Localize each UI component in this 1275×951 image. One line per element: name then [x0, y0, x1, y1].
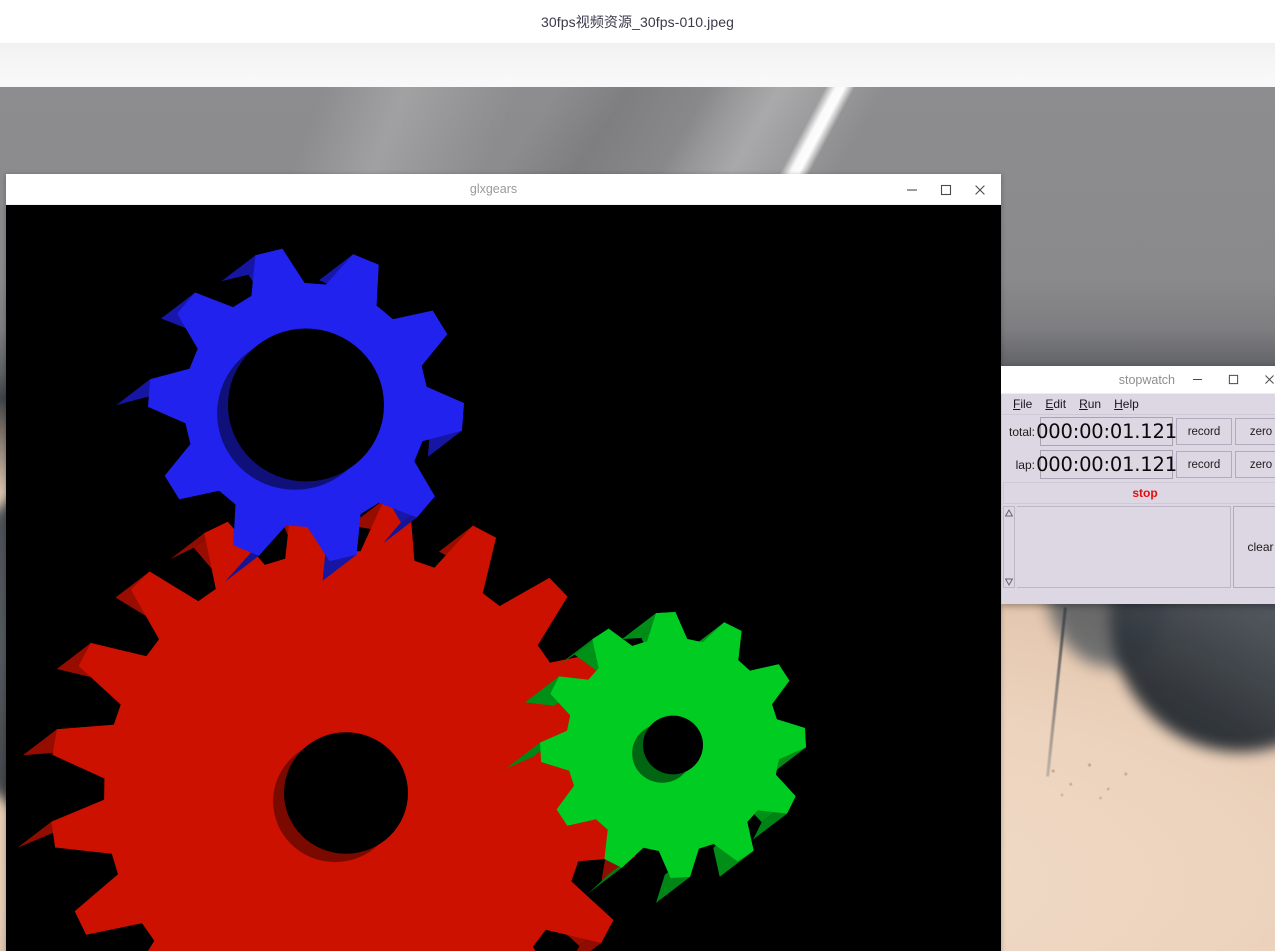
menu-item-edit[interactable]: Edit: [1045, 397, 1066, 411]
menu-run-rest: un: [1088, 397, 1101, 411]
total-time-display[interactable]: 000:00:01.121: [1040, 417, 1173, 446]
stopwatch-menubar: File Edit Run Help: [1002, 394, 1275, 415]
log-scrollbar[interactable]: [1003, 506, 1015, 588]
stopwatch-title: stopwatch: [1119, 373, 1175, 387]
menu-edit-rest: dit: [1053, 397, 1066, 411]
lap-time-display[interactable]: 000:00:01.121: [1040, 450, 1173, 479]
stopwatch-row-lap: lap: 000:00:01.121 record zero: [1002, 448, 1275, 481]
glxgears-window[interactable]: glxgears: [6, 174, 1001, 951]
close-icon[interactable]: [1251, 366, 1275, 394]
wallpaper-freckles: [1040, 747, 1150, 807]
maximize-icon[interactable]: [1215, 366, 1251, 394]
glxgears-gl-canvas[interactable]: [6, 205, 1001, 951]
menu-run-mnemonic: R: [1079, 397, 1088, 411]
total-zero-button[interactable]: zero: [1235, 418, 1275, 445]
menu-help-mnemonic: H: [1114, 397, 1123, 411]
clear-button[interactable]: clear: [1233, 506, 1275, 588]
lap-record-button[interactable]: record: [1176, 451, 1232, 478]
lap-label: lap:: [1002, 458, 1037, 472]
glxgears-titlebar[interactable]: glxgears: [6, 174, 1001, 205]
total-label: total:: [1002, 425, 1037, 439]
maximize-icon[interactable]: [929, 174, 963, 205]
glxgears-window-controls: [895, 174, 997, 205]
close-icon[interactable]: [963, 174, 997, 205]
menu-file-rest: ile: [1020, 397, 1032, 411]
stop-button[interactable]: stop: [1003, 482, 1275, 504]
menu-item-file[interactable]: File: [1013, 397, 1032, 411]
stopwatch-body: File Edit Run Help total: 000:00:01.121 …: [1001, 394, 1275, 604]
scroll-down-icon[interactable]: [1004, 576, 1014, 587]
stopwatch-titlebar[interactable]: stopwatch: [1001, 366, 1275, 394]
gears-render: [6, 205, 1001, 951]
menu-item-run[interactable]: Run: [1079, 397, 1101, 411]
stopwatch-row-total: total: 000:00:01.121 record zero: [1002, 415, 1275, 448]
glxgears-title: glxgears: [0, 182, 1001, 196]
minimize-icon[interactable]: [1179, 366, 1215, 394]
desktop: glxgears stopwatch: [0, 87, 1275, 951]
minimize-icon[interactable]: [895, 174, 929, 205]
lap-zero-button[interactable]: zero: [1235, 451, 1275, 478]
scroll-up-icon[interactable]: [1004, 507, 1014, 518]
header-separator-band: [0, 43, 1275, 87]
page-title: 30fps视频资源_30fps-010.jpeg: [541, 12, 734, 32]
menu-item-help[interactable]: Help: [1114, 397, 1139, 411]
menu-help-rest: elp: [1123, 397, 1139, 411]
stopwatch-window[interactable]: stopwatch File Edit Run: [1001, 366, 1275, 604]
total-record-button[interactable]: record: [1176, 418, 1232, 445]
page-header: 30fps视频资源_30fps-010.jpeg: [0, 0, 1275, 43]
stopwatch-log-area: clear: [1002, 506, 1275, 590]
lap-log-textarea[interactable]: [1017, 506, 1231, 588]
